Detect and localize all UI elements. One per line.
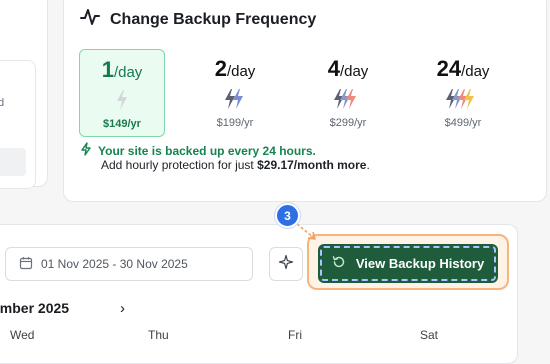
frequency-option-4-per-day[interactable]: 4/day $299/yr bbox=[305, 49, 391, 137]
lightning-icon bbox=[420, 88, 506, 114]
calendar-icon bbox=[19, 256, 33, 273]
option-rate: 4/day bbox=[327, 56, 369, 81]
frequency-header: Change Backup Frequency bbox=[80, 7, 316, 32]
option-rate: 24/day bbox=[436, 56, 490, 81]
frequency-option-2-per-day[interactable]: 2/day $199/yr bbox=[192, 49, 278, 137]
lightning-icon bbox=[80, 142, 92, 159]
next-month-chevron-icon[interactable]: › bbox=[120, 300, 125, 317]
weekday-label: Fri bbox=[288, 328, 302, 342]
tutorial-step-badge: 3 bbox=[275, 203, 300, 228]
left-panel-bar bbox=[0, 148, 26, 176]
option-price: $499/yr bbox=[444, 117, 482, 129]
left-panel-text-fragment: d bbox=[0, 97, 5, 109]
option-rate: 2/day bbox=[214, 56, 256, 81]
frequency-option-1-per-day[interactable]: 1/day $149/yr bbox=[79, 49, 165, 137]
frequency-option-24-per-day[interactable]: 24/day $499/yr bbox=[420, 49, 506, 137]
view-backup-history-button[interactable]: View Backup History bbox=[318, 244, 498, 283]
lightning-icon bbox=[305, 88, 391, 114]
history-button-label: View Backup History bbox=[355, 256, 485, 271]
tutorial-arrow-icon bbox=[296, 223, 316, 240]
upsell-price: $29.17/month more bbox=[257, 158, 367, 172]
frequency-title: Change Backup Frequency bbox=[110, 10, 317, 28]
status-text: Your site is backed up every 24 hours. bbox=[98, 143, 316, 158]
weekday-label: Sat bbox=[420, 328, 439, 342]
weekday-label: Wed bbox=[10, 328, 35, 342]
activity-icon bbox=[80, 7, 100, 32]
lightning-icon bbox=[80, 89, 164, 115]
backup-status: Your site is backed up every 24 hours. bbox=[80, 142, 316, 159]
sparkle-icon bbox=[278, 254, 294, 275]
upsell-text: Add hourly protection for just $29.17/mo… bbox=[101, 158, 370, 172]
date-range-value: 01 Nov 2025 - 30 Nov 2025 bbox=[41, 257, 188, 271]
option-price: $149/yr bbox=[103, 118, 141, 130]
option-rate: 1/day bbox=[101, 57, 143, 82]
weekday-label: Thu bbox=[148, 328, 169, 342]
sparkle-button[interactable] bbox=[269, 247, 303, 281]
history-icon bbox=[332, 255, 346, 272]
calendar-month-label: ember 2025 bbox=[0, 300, 70, 316]
date-range-picker[interactable]: 01 Nov 2025 - 30 Nov 2025 bbox=[5, 247, 253, 281]
option-price: $299/yr bbox=[329, 117, 367, 129]
lightning-icon bbox=[192, 88, 278, 114]
option-price: $199/yr bbox=[216, 117, 254, 129]
